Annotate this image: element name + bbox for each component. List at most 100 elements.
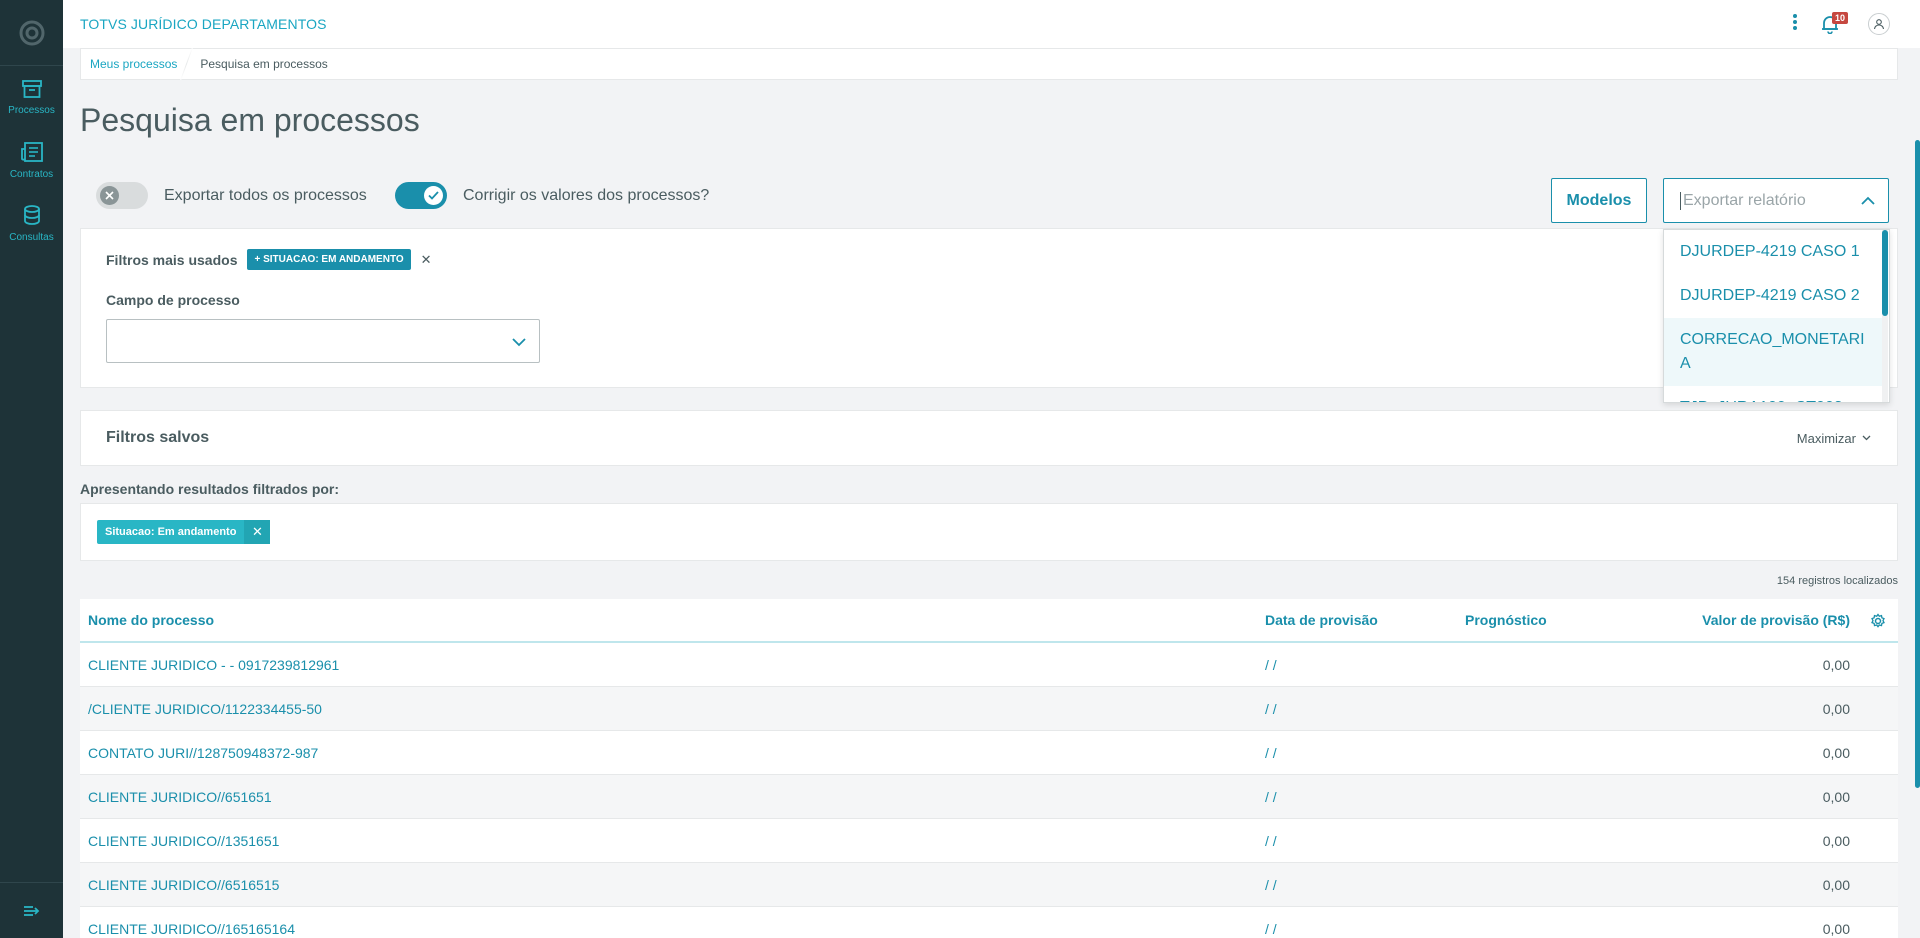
table-row[interactable]: CLIENTE JURIDICO//651651 / / 0,00 <box>80 775 1898 819</box>
models-button[interactable]: Modelos <box>1551 178 1647 223</box>
provision-date: / / <box>1265 700 1277 717</box>
active-filter-chip-label: Situacao: Em andamento <box>105 526 237 538</box>
breadcrumb-current: Pesquisa em processos <box>200 57 328 71</box>
most-used-filter-chip[interactable]: + SITUACAO: EM ANDAMENTO <box>247 249 411 270</box>
dropdown-option[interactable]: DJURDEP-4219 CASO 2 <box>1664 274 1882 318</box>
table-row[interactable]: /CLIENTE JURIDICO/1122334455-50 / / 0,00 <box>80 687 1898 731</box>
provision-date: / / <box>1265 788 1277 805</box>
provision-date: / / <box>1265 876 1277 893</box>
active-filters-panel: Situacao: Em andamento ✕ <box>80 503 1898 561</box>
gear-icon[interactable] <box>1870 613 1886 629</box>
export-all-switch-group: Exportar todos os processos <box>96 182 367 209</box>
table-row[interactable]: CLIENTE JURIDICO - - 0917239812961 / / 0,0… <box>80 643 1898 687</box>
correct-values-toggle[interactable] <box>395 182 447 209</box>
provision-value: 0,00 <box>1822 920 1850 937</box>
breadcrumb: Meus processos Pesquisa em processos <box>80 48 1898 80</box>
vertical-dots-icon <box>1793 13 1797 30</box>
top-header: TOTVS JURÍDICO DEPARTAMENTOS 10 <box>63 0 1920 48</box>
sidebar-item-contratos[interactable]: Contratos <box>0 129 63 192</box>
export-all-label: Exportar todos os processos <box>164 186 367 204</box>
chevron-up-icon[interactable] <box>1860 193 1876 209</box>
export-report-dropdown: DJURDEP-4219 CASO 1 DJURDEP-4219 CASO 2 … <box>1663 229 1890 403</box>
filters-panel: Filtros mais usados + SITUACAO: EM ANDAM… <box>80 228 1898 388</box>
chevron-down-icon <box>1862 435 1871 441</box>
provision-value: 0,00 <box>1822 876 1850 893</box>
dropdown-option[interactable]: CORRECAO_MONETARI A <box>1664 318 1882 386</box>
notification-count-badge: 10 <box>1832 12 1849 24</box>
sidebar: Processos Contratos Consultas <box>0 0 63 938</box>
sidebar-collapse-button[interactable] <box>0 882 63 938</box>
page-title: Pesquisa em processos <box>80 102 420 138</box>
column-header-value[interactable]: Valor de provisão (R$) <box>1702 612 1850 628</box>
user-avatar[interactable] <box>1868 13 1890 35</box>
process-name-link[interactable]: CLIENTE JURIDICO//1351651 <box>88 833 279 849</box>
table-row[interactable]: CONTATO JURI//128750948372-987 / / 0,00 <box>80 731 1898 775</box>
remove-chip-icon[interactable]: ✕ <box>421 252 432 268</box>
provision-value: 0,00 <box>1822 656 1850 673</box>
process-name-link[interactable]: CLIENTE JURIDICO//165165164 <box>88 921 295 937</box>
process-field-select[interactable] <box>106 319 540 363</box>
page-scrollbar[interactable] <box>1915 140 1920 788</box>
provision-value: 0,00 <box>1822 832 1850 849</box>
saved-filters-panel: Filtros salvos Maximizar <box>80 410 1898 466</box>
process-name-link[interactable]: CLIENTE JURIDICO//651651 <box>88 789 272 805</box>
correct-values-label: Corrigir os valores dos processos? <box>463 186 710 204</box>
process-field-label: Campo de processo <box>106 292 240 308</box>
provision-date: / / <box>1265 832 1277 849</box>
process-name-link[interactable]: /CLIENTE JURIDICO/1122334455-50 <box>88 701 322 717</box>
check-icon <box>428 191 439 200</box>
sidebar-item-processos[interactable]: Processos <box>0 66 63 129</box>
column-header-prognosis[interactable]: Prognóstico <box>1465 612 1547 628</box>
active-filter-chip: Situacao: Em andamento ✕ <box>97 520 271 544</box>
more-options-button[interactable] <box>1792 13 1798 36</box>
process-name-link[interactable]: CLIENTE JURIDICO - - 0917239812961 <box>88 657 339 673</box>
breadcrumb-separator <box>186 48 196 80</box>
sidebar-item-label: Consultas <box>9 232 54 243</box>
app-title: TOTVS JURÍDICO DEPARTAMENTOS <box>80 16 327 32</box>
provision-value: 0,00 <box>1822 700 1850 717</box>
column-header-date[interactable]: Data de provisão <box>1265 612 1378 628</box>
collapse-menu-icon <box>23 905 39 916</box>
column-header-name[interactable]: Nome do processo <box>88 612 214 628</box>
user-icon <box>1873 19 1885 30</box>
results-filter-label: Apresentando resultados filtrados por: <box>80 481 340 497</box>
correct-values-switch-group: Corrigir os valores dos processos? <box>395 182 709 209</box>
provision-date: / / <box>1265 920 1277 937</box>
export-report-combo[interactable] <box>1663 178 1889 223</box>
process-name-link[interactable]: CONTATO JURI//128750948372-987 <box>88 745 318 761</box>
export-all-toggle[interactable] <box>96 182 148 209</box>
table-header: Nome do processo Data de provisão Prognó… <box>80 599 1898 643</box>
remove-filter-button[interactable]: ✕ <box>244 520 271 544</box>
table-row[interactable]: CLIENTE JURIDICO//6516515 / / 0,00 <box>80 863 1898 907</box>
main-content: Meus processos Pesquisa em processos Pes… <box>80 48 1898 938</box>
contract-icon <box>20 142 43 162</box>
dropdown-scrollbar[interactable] <box>1882 230 1888 402</box>
sidebar-item-label: Contratos <box>9 169 54 180</box>
saved-filters-title: Filtros salvos <box>106 429 210 446</box>
table-row[interactable]: CLIENTE JURIDICO//1351651 / / 0,00 <box>80 819 1898 863</box>
dropdown-option[interactable]: DJURDEP-4219 CASO 1 <box>1664 230 1882 274</box>
archive-icon <box>21 80 42 98</box>
dropdown-option[interactable]: TJP_JURA100_CT003 <box>1664 386 1882 402</box>
notifications-button[interactable]: 10 <box>1820 12 1849 35</box>
database-icon <box>23 205 40 225</box>
provision-value: 0,00 <box>1822 744 1850 761</box>
maximize-button[interactable]: Maximizar <box>1797 431 1871 446</box>
provision-value: 0,00 <box>1822 788 1850 805</box>
chevron-down-icon <box>512 338 526 347</box>
maximize-label: Maximizar <box>1796 430 1856 446</box>
sidebar-item-consultas[interactable]: Consultas <box>0 192 63 255</box>
app-logo[interactable] <box>0 0 63 66</box>
breadcrumb-link-meus-processos[interactable]: Meus processos <box>81 57 186 71</box>
close-icon <box>105 191 114 200</box>
toolbar: Exportar todos os processos Corrigir os … <box>80 162 1898 403</box>
process-name-link[interactable]: CLIENTE JURIDICO//6516515 <box>88 877 279 893</box>
logo-icon <box>19 20 44 45</box>
processes-table: Nome do processo Data de provisão Prognó… <box>80 599 1898 938</box>
export-report-input[interactable] <box>1680 191 1850 210</box>
most-used-filters-label: Filtros mais usados <box>106 251 238 268</box>
records-count: 154 registros localizados <box>1776 575 1898 587</box>
table-row[interactable]: CLIENTE JURIDICO//165165164 / / 0,00 <box>80 907 1898 938</box>
provision-date: / / <box>1265 744 1277 761</box>
provision-date: / / <box>1265 656 1277 673</box>
